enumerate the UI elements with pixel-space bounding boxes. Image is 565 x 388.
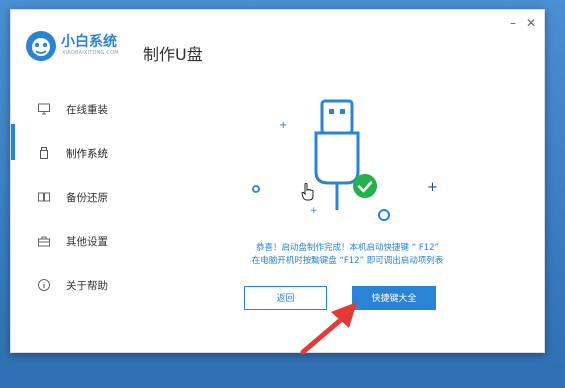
minimize-icon: – bbox=[510, 16, 516, 30]
brand-url: XIAOBAIXITONG.COM bbox=[62, 50, 119, 56]
sidebar-item-make-system[interactable]: 制作系统 bbox=[11, 140, 151, 166]
usb-icon bbox=[40, 147, 48, 159]
sidebar: 在线重装 制作系统 备份还原 其他设置 关于帮助 bbox=[11, 80, 151, 352]
sidebar-item-label: 制作系统 bbox=[66, 148, 108, 160]
plus-decoration-icon: + bbox=[427, 180, 438, 195]
sidebar-item-label: 其他设置 bbox=[66, 236, 108, 248]
sidebar-item-label: 在线重装 bbox=[66, 104, 108, 116]
sidebar-item-about-help[interactable]: 关于帮助 bbox=[11, 272, 151, 298]
close-button[interactable]: ✕ bbox=[524, 16, 538, 30]
monitor-icon bbox=[38, 103, 50, 115]
page-title: 制作U盘 bbox=[143, 45, 203, 64]
red-arrow-icon bbox=[300, 302, 357, 355]
sidebar-item-online-reinstall[interactable]: 在线重装 bbox=[11, 96, 151, 122]
minimize-button[interactable]: – bbox=[506, 16, 520, 30]
sidebar-item-backup-restore[interactable]: 备份还原 bbox=[11, 184, 151, 210]
message-line-1: 恭喜！启动盘制作完成！本机启动快捷键 “ F12” bbox=[256, 243, 439, 253]
success-message: 恭喜！启动盘制作完成！本机启动快捷键 “ F12” 在电脑开机时按黝键盘 “F1… bbox=[151, 242, 544, 268]
sidebar-item-label: 备份还原 bbox=[66, 192, 108, 204]
title-bar: 小白系统 XIAOBAIXITONG.COM 制作U盘 – ✕ bbox=[11, 10, 544, 80]
success-check-icon bbox=[353, 174, 377, 198]
app-logo-icon bbox=[26, 31, 56, 61]
plus-decoration-icon: + bbox=[279, 120, 287, 131]
sidebar-item-other-settings[interactable]: 其他设置 bbox=[11, 228, 151, 254]
close-icon: ✕ bbox=[525, 16, 537, 30]
hand-cursor-icon bbox=[301, 182, 314, 201]
plus-decoration-icon: + bbox=[310, 206, 318, 216]
sidebar-active-indicator bbox=[11, 124, 15, 160]
brand-name: 小白系统 bbox=[61, 34, 117, 50]
app-window: 小白系统 XIAOBAIXITONG.COM 制作U盘 – ✕ 在线重装 制作系… bbox=[10, 9, 545, 353]
toolbox-icon bbox=[38, 236, 50, 247]
info-icon bbox=[38, 279, 50, 291]
message-line-2: 在电脑开机时按黝键盘 “F12” 即可调出启动项列表 bbox=[251, 256, 444, 266]
usb-illustration: + + + bbox=[252, 99, 438, 221]
sidebar-item-label: 关于帮助 bbox=[66, 280, 108, 292]
backup-icon bbox=[38, 192, 50, 202]
